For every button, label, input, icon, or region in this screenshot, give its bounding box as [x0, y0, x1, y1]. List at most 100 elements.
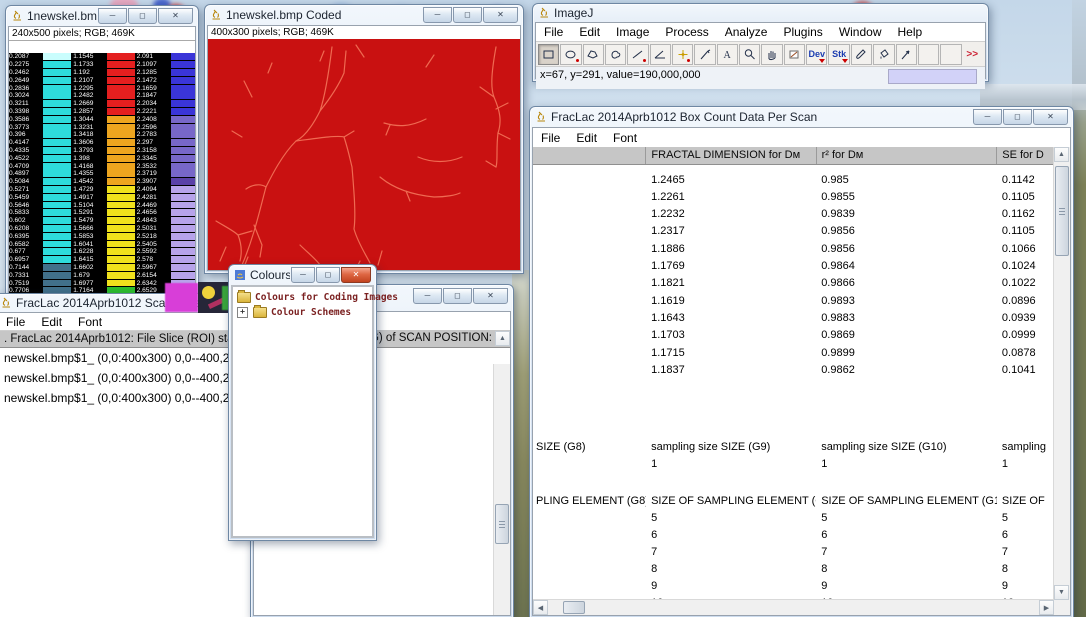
close-button[interactable]: ✕: [158, 8, 193, 24]
scroll-up-button[interactable]: ▲: [1054, 147, 1069, 162]
table-row[interactable]: 1.1821 0.9866 0.1022: [533, 275, 1056, 292]
minimize-button[interactable]: ─: [98, 8, 127, 24]
sampling-element-header-row[interactable]: PLING ELEMENT (G8) SIZE OF SAMPLING ELEM…: [533, 492, 1056, 509]
colours-titlebar[interactable]: Colours ─ ◻ ✕: [229, 265, 376, 285]
maximize-button[interactable]: ◻: [128, 8, 157, 24]
legend-titlebar[interactable]: 1newskel.bmp Lege... ─ ◻ ✕: [6, 6, 198, 26]
coded-titlebar[interactable]: 1newskel.bmp Coded ─ ◻ ✕: [205, 5, 523, 25]
boxcount-titlebar[interactable]: FracLac 2014Aprb1012 Box Count Data Per …: [530, 107, 1073, 127]
menu-item[interactable]: Plugins: [775, 23, 830, 41]
maximize-button[interactable]: ◻: [1003, 109, 1032, 125]
dropper-tool[interactable]: [783, 43, 806, 65]
empty-tool-slot[interactable]: [940, 43, 962, 65]
tree-item-colours-for-coding-images[interactable]: Colours for Coding Images: [237, 290, 398, 303]
table-row[interactable]: 6 6 6: [533, 526, 1056, 543]
sampling-size-value-row[interactable]: 1 1 1: [533, 455, 1056, 472]
legend-value: 1.1545: [73, 53, 94, 61]
imagej-titlebar[interactable]: ImageJ: [533, 4, 988, 22]
close-button[interactable]: ✕: [483, 7, 518, 23]
brush-tool[interactable]: [850, 43, 873, 65]
coded-image-canvas[interactable]: [208, 39, 520, 270]
minimize-button[interactable]: ─: [973, 109, 1002, 125]
tree-item-colour-schemes[interactable]: + Colour Schemes: [237, 305, 351, 318]
scroll-right-button[interactable]: ▶: [1039, 600, 1054, 615]
text-tool[interactable]: A: [716, 43, 739, 65]
minimize-button[interactable]: ─: [423, 7, 452, 23]
more-tools-button[interactable]: >>: [963, 45, 982, 64]
table-row[interactable]: 1.2261 0.9855 0.1105: [533, 188, 1056, 205]
table-row[interactable]: 1.1703 0.9869 0.0999: [533, 327, 1056, 344]
table-row[interactable]: 8 8 8: [533, 560, 1056, 577]
scroll-down-button[interactable]: ▼: [1054, 585, 1069, 600]
polygon-tool[interactable]: [582, 43, 605, 65]
menu-item[interactable]: Process: [657, 23, 716, 41]
table-row[interactable]: 1.1643 0.9883 0.0939: [533, 309, 1056, 326]
table-row[interactable]: 7 7 7: [533, 543, 1056, 560]
close-button[interactable]: ✕: [341, 267, 371, 283]
sampling-size-header-row[interactable]: SIZE (G8) sampling size SIZE (G9) sampli…: [533, 438, 1056, 455]
menu-item[interactable]: File: [0, 313, 33, 331]
close-button[interactable]: ✕: [473, 288, 508, 304]
arrow-tool[interactable]: [895, 43, 917, 65]
vertical-scrollbar[interactable]: [493, 364, 510, 615]
legend-color-swatch: [43, 84, 72, 92]
column-header[interactable]: FRACTAL DIMENSION for Dᴍ: [646, 147, 817, 164]
oval-tool[interactable]: [560, 43, 582, 65]
table-row[interactable]: 1.2465 0.985 0.1142: [533, 171, 1056, 188]
stk-tool[interactable]: Stk: [828, 43, 850, 65]
column-header[interactable]: SE for D: [997, 147, 1056, 164]
menu-item[interactable]: Window: [831, 23, 890, 41]
minimize-button[interactable]: ─: [413, 288, 442, 304]
table-row[interactable]: 1.1769 0.9864 0.1024: [533, 258, 1056, 275]
table-row[interactable]: 1.2232 0.9839 0.1162: [533, 206, 1056, 223]
legend-color-swatch: [171, 178, 195, 186]
legend-value: 1.2857: [73, 107, 94, 115]
menu-item[interactable]: Edit: [571, 23, 608, 41]
freehand-tool[interactable]: [605, 43, 627, 65]
line-tool[interactable]: [627, 43, 649, 65]
column-header[interactable]: [533, 147, 647, 164]
expand-plus-icon[interactable]: +: [237, 307, 248, 318]
horizontal-scrollbar[interactable]: ◀ ▶: [533, 599, 1054, 615]
table-row[interactable]: 1.1886 0.9856 0.1066: [533, 240, 1056, 257]
menu-item[interactable]: Edit: [568, 129, 605, 147]
menu-item[interactable]: Edit: [33, 313, 70, 331]
scroll-left-button[interactable]: ◀: [533, 600, 548, 615]
legend-value: 2.1659: [136, 84, 157, 92]
bucket-tool[interactable]: [873, 43, 895, 65]
angle-tool[interactable]: [649, 43, 672, 65]
column-header[interactable]: r² for Dᴍ: [817, 147, 998, 164]
table-row[interactable]: 1.2317 0.9856 0.1105: [533, 223, 1056, 240]
table-row[interactable]: 1.1715 0.9899 0.0878: [533, 344, 1056, 361]
menu-item[interactable]: Help: [890, 23, 931, 41]
table-row[interactable]: 9 9 9: [533, 577, 1056, 594]
table-row[interactable]: 5 5 5: [533, 509, 1056, 526]
scroll-up-button[interactable]: ▲: [495, 331, 510, 346]
menu-item[interactable]: File: [533, 129, 568, 147]
table-row[interactable]: 1.1619 0.9893 0.0896: [533, 292, 1056, 309]
menu-item[interactable]: File: [536, 23, 571, 41]
menu-item[interactable]: Image: [608, 23, 657, 41]
maximize-button[interactable]: ◻: [443, 288, 472, 304]
scrollbar-thumb[interactable]: [563, 601, 585, 614]
minimize-button[interactable]: ─: [291, 267, 315, 283]
menu-item[interactable]: Font: [70, 313, 110, 331]
boxcount-column-headers[interactable]: FRACTAL DIMENSION for Dᴍ r² for Dᴍ SE fo…: [533, 147, 1056, 165]
wand-tool[interactable]: [694, 43, 716, 65]
empty-tool-slot[interactable]: [917, 43, 940, 65]
legend-row: 0.2462 1.192 2.1285: [9, 69, 195, 77]
maximize-button[interactable]: ◻: [316, 267, 340, 283]
vertical-scrollbar[interactable]: ▲ ▼: [1053, 147, 1070, 600]
menu-item[interactable]: Analyze: [717, 23, 776, 41]
rectangle-tool[interactable]: [538, 43, 560, 65]
point-tool[interactable]: [672, 43, 694, 65]
menu-item[interactable]: Font: [605, 129, 645, 147]
hand-tool[interactable]: [761, 43, 783, 65]
scrollbar-thumb[interactable]: [1055, 166, 1069, 256]
zoom-tool[interactable]: [739, 43, 761, 65]
dev-tool[interactable]: Dev: [806, 43, 828, 65]
close-button[interactable]: ✕: [1033, 109, 1068, 125]
maximize-button[interactable]: ◻: [453, 7, 482, 23]
scrollbar-thumb[interactable]: [495, 504, 509, 544]
table-row[interactable]: 1.1837 0.9862 0.1041: [533, 361, 1056, 378]
